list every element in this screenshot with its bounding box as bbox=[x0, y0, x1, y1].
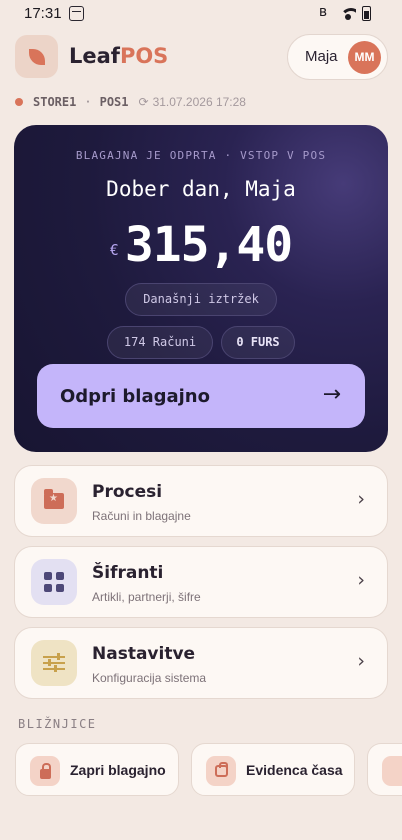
chevron-right-icon: › bbox=[357, 650, 365, 672]
greeting: Dober dan, Maja bbox=[106, 177, 296, 201]
status-time: 17:31 bbox=[24, 5, 62, 22]
furs-count-badge: 0 FURS bbox=[221, 326, 295, 359]
last-sync-time: 31.07.2026 17:28 bbox=[152, 95, 246, 109]
open-register-button[interactable]: Odpri blagajno → bbox=[37, 364, 365, 428]
menu-item-procesi[interactable]: Procesi Računi in blagajne › bbox=[14, 465, 388, 537]
shortcut-time-tracking[interactable]: Evidenca časa bbox=[191, 743, 355, 796]
app-logo bbox=[15, 35, 58, 78]
brand-part-2: POS bbox=[119, 44, 169, 68]
currency-symbol: € bbox=[109, 241, 119, 259]
brand-title: LeafPOS bbox=[69, 44, 168, 68]
folder-star-icon bbox=[31, 478, 77, 524]
shortcut-label: Zapri blagajno bbox=[70, 762, 166, 778]
today-revenue-badge: Današnji iztržek bbox=[125, 283, 277, 316]
shortcut-icon bbox=[382, 756, 402, 786]
notification-icon bbox=[69, 6, 84, 21]
arrow-right-icon: → bbox=[322, 382, 341, 407]
amount-value: 315,40 bbox=[124, 217, 293, 273]
shortcut-more[interactable] bbox=[367, 743, 402, 796]
user-menu-button[interactable]: Maja MM bbox=[287, 34, 388, 80]
brand-part-1: Leaf bbox=[69, 44, 120, 68]
leaf-icon bbox=[28, 48, 45, 65]
open-register-label: Odpri blagajno bbox=[60, 386, 210, 407]
avatar: MM bbox=[348, 41, 381, 74]
menu-item-title: Procesi bbox=[92, 482, 163, 502]
menu-item-sifranti[interactable]: Šifranti Artikli, partnerji, šifre › bbox=[14, 546, 388, 618]
shortcuts-heading: BLIŽNJICE bbox=[18, 717, 97, 731]
user-name: Maja bbox=[305, 48, 338, 65]
shortcut-close-register[interactable]: Zapri blagajno bbox=[15, 743, 179, 796]
store-separator: · bbox=[84, 95, 92, 109]
bluetooth-icon: ʙ bbox=[318, 4, 327, 20]
menu-item-subtitle: Konfiguracija sistema bbox=[92, 671, 207, 685]
menu-item-nastavitve[interactable]: Nastavitve Konfiguracija sistema › bbox=[14, 627, 388, 699]
tune-icon bbox=[31, 640, 77, 686]
store-name: STORE1 bbox=[33, 95, 77, 109]
daily-amount: €315,40 bbox=[14, 217, 388, 273]
status-dot bbox=[15, 98, 23, 106]
menu-item-title: Nastavitve bbox=[92, 644, 196, 664]
menu-item-title: Šifranti bbox=[92, 563, 164, 583]
status-bar: 17:31 ʙ bbox=[0, 0, 402, 28]
register-hero-card: BLAGAJNA JE ODPRTA · VSTOP V POS Dober d… bbox=[14, 125, 388, 452]
clock-bag-icon bbox=[206, 756, 236, 786]
pos-name: POS1 bbox=[99, 95, 129, 109]
shortcut-label: Evidenca časa bbox=[246, 762, 343, 778]
sync-icon: ⟳ bbox=[138, 95, 149, 109]
bills-count-badge: 174 Računi bbox=[107, 326, 213, 359]
chevron-right-icon: › bbox=[357, 488, 365, 510]
menu-item-subtitle: Artikli, partnerji, šifre bbox=[92, 590, 201, 604]
register-status-line: BLAGAJNA JE ODPRTA · VSTOP V POS bbox=[75, 149, 327, 162]
grid-icon bbox=[31, 559, 77, 605]
lock-icon bbox=[30, 756, 60, 786]
store-info: STORE1 · POS1 ⟳ 31.07.2026 17:28 bbox=[15, 94, 246, 110]
wifi-icon bbox=[340, 8, 356, 20]
battery-icon bbox=[362, 6, 371, 21]
menu-item-subtitle: Računi in blagajne bbox=[92, 509, 191, 523]
chevron-right-icon: › bbox=[357, 569, 365, 591]
